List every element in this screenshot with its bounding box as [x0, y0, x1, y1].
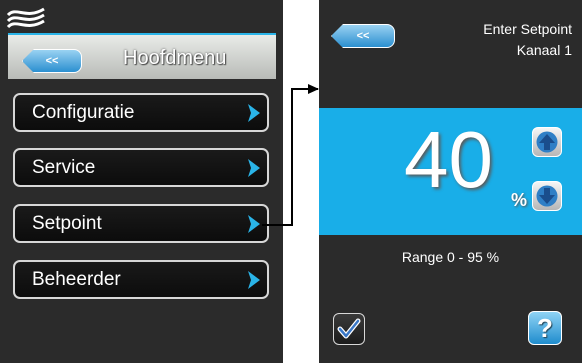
back-button[interactable]: << [331, 24, 395, 48]
chevron-right-icon [248, 159, 260, 177]
main-menu-screen: << Hoofdmenu Configuratie Service Setpoi… [0, 0, 283, 363]
logo-icon [6, 7, 45, 29]
menu-item-label: Service [32, 156, 96, 178]
back-button-label: << [356, 30, 370, 42]
setpoint-value: 40 [404, 115, 493, 204]
menu-item-service[interactable]: Service [13, 148, 269, 187]
help-icon: ? [537, 312, 553, 343]
back-button-label: << [45, 55, 59, 67]
arrow-up-icon [536, 131, 558, 153]
unit-label: % [511, 190, 528, 210]
menu-item-label: Beheerder [32, 268, 121, 290]
menu-item-setpoint[interactable]: Setpoint [13, 204, 269, 243]
channel-label: Kanaal 1 [516, 42, 572, 58]
menu-item-beheerder[interactable]: Beheerder [13, 260, 269, 299]
range-text: Range 0 - 95 % [401, 249, 500, 265]
page-title: Hoofdmenu [123, 47, 227, 69]
help-button[interactable]: ? [528, 311, 562, 345]
increase-button[interactable] [532, 127, 562, 157]
arrow-down-icon [536, 185, 558, 207]
chevron-right-icon [248, 104, 260, 122]
chevron-right-icon [248, 271, 260, 289]
back-button[interactable]: << [22, 49, 82, 73]
chevron-right-icon [248, 215, 260, 233]
checkmark-icon [337, 318, 361, 339]
setpoint-screen: << Enter Setpoint Kanaal 1 40 % Range 0 … [319, 0, 582, 363]
confirm-button[interactable] [333, 313, 365, 345]
decrease-button[interactable] [532, 181, 562, 211]
menu-item-configuratie[interactable]: Configuratie [13, 93, 269, 132]
menu-item-label: Configuratie [32, 101, 135, 123]
title-bar: << Hoofdmenu [8, 33, 276, 79]
page-title: Enter Setpoint [483, 21, 572, 37]
menu-item-label: Setpoint [32, 212, 102, 234]
